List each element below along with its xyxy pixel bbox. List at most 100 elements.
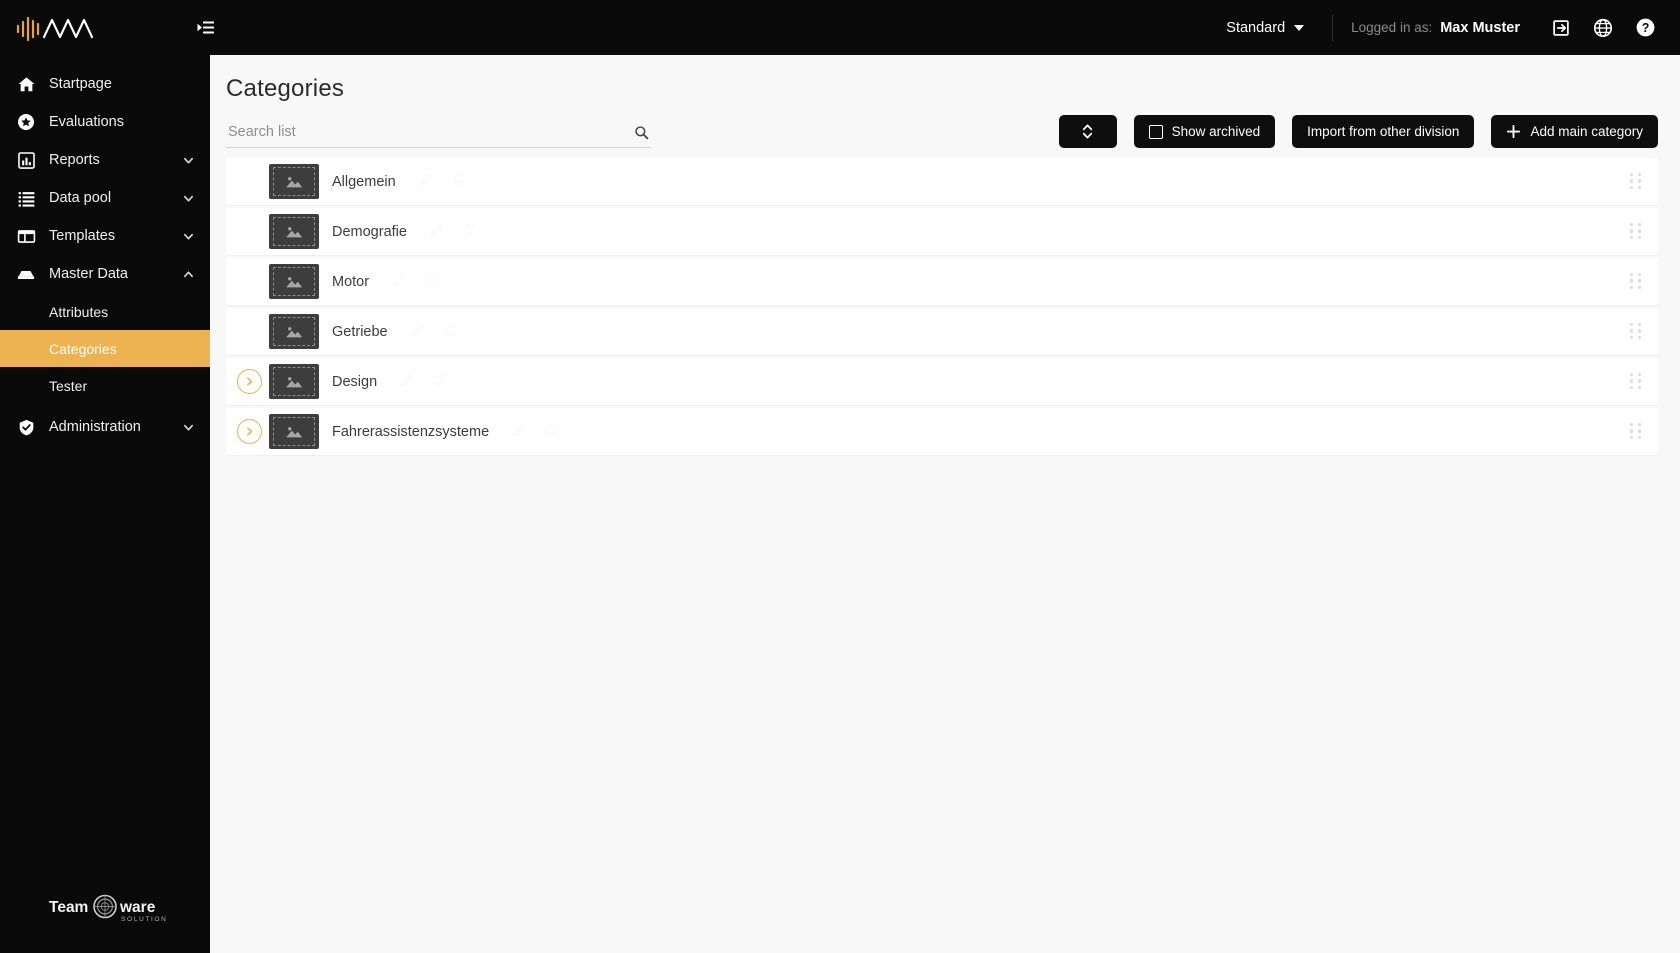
globe-icon (1593, 18, 1613, 37)
collapse-menu-button[interactable] (185, 8, 225, 48)
table-row[interactable]: Motor (226, 258, 1658, 305)
category-name: Motor (332, 273, 370, 290)
add-subcategory-icon[interactable] (542, 421, 559, 443)
pencil-icon[interactable] (511, 421, 528, 443)
image-placeholder-icon[interactable] (269, 364, 319, 399)
list-icon (14, 189, 38, 208)
ava-logo[interactable] (14, 13, 114, 43)
sidebar-item-reports[interactable]: Reports (0, 141, 210, 179)
chevron-down-icon (1294, 24, 1305, 31)
table-row[interactable]: Fahrerassistenzsysteme (226, 408, 1658, 455)
page-title: Categories (226, 75, 345, 102)
pencil-icon[interactable] (410, 321, 427, 343)
toolbar: Show archived Import from other division… (210, 103, 1680, 148)
import-from-other-division-button[interactable]: Import from other division (1292, 115, 1475, 148)
sidebar-item-tester[interactable]: Tester (0, 367, 210, 404)
expand-row-button[interactable] (237, 369, 262, 394)
sidebar-item-master-data[interactable]: Master Data (0, 255, 210, 293)
sidebar-item-label: Administration (49, 419, 141, 435)
add-subcategory-icon[interactable] (422, 271, 439, 293)
sidebar: Startpage Evaluations Reports Data pool … (0, 55, 210, 953)
table-row[interactable]: Demografie (226, 208, 1658, 255)
add-subcategory-icon[interactable] (449, 171, 466, 193)
drag-handle-icon[interactable] (1628, 171, 1646, 193)
row-actions (399, 371, 447, 393)
sidebar-item-label: Master Data (49, 266, 128, 282)
help-icon: ? (1636, 18, 1654, 37)
help-button[interactable]: ? (1624, 7, 1666, 49)
sidebar-subitem-label: Categories (49, 340, 117, 357)
sidebar-item-startpage[interactable]: Startpage (0, 65, 210, 103)
sidebar-item-label: Templates (49, 228, 116, 244)
search-input[interactable] (228, 122, 634, 142)
bar-chart-icon (14, 151, 38, 170)
drag-handle-icon[interactable] (1628, 271, 1646, 293)
drag-handle-icon[interactable] (1628, 371, 1646, 393)
sort-updown-icon (1081, 122, 1094, 141)
sidebar-item-attributes[interactable]: Attributes (0, 293, 210, 330)
sidebar-item-data-pool[interactable]: Data pool (0, 179, 210, 217)
drag-handle-icon[interactable] (1628, 221, 1646, 243)
image-placeholder-icon[interactable] (269, 414, 319, 449)
expand-slot (230, 419, 269, 444)
svg-text:?: ? (1641, 21, 1649, 35)
pencil-icon[interactable] (429, 221, 446, 243)
pencil-icon[interactable] (418, 171, 435, 193)
sidebar-subitem-label: Tester (49, 377, 88, 394)
category-list: Allgemein Demografie Motor Getriebe Design Fa… (210, 148, 1680, 455)
logout-button[interactable] (1540, 7, 1582, 49)
sidebar-item-evaluations[interactable]: Evaluations (0, 103, 210, 141)
row-actions (429, 221, 477, 243)
add-main-category-button[interactable]: Add main category (1491, 115, 1658, 148)
table-row[interactable]: Getriebe (226, 308, 1658, 355)
sidebar-subitem-label: Attributes (49, 303, 109, 320)
row-actions (418, 171, 466, 193)
add-subcategory-icon[interactable] (441, 321, 458, 343)
svg-text:ware: ware (119, 899, 156, 916)
chevron-right-icon (247, 427, 253, 436)
svg-text:SOLUTIONS: SOLUTIONS (121, 916, 167, 923)
language-button[interactable] (1582, 7, 1624, 49)
svg-text:Team: Team (49, 899, 88, 916)
image-placeholder-icon[interactable] (269, 214, 319, 249)
table-row[interactable]: Allgemein (226, 158, 1658, 205)
category-name: Fahrerassistenzsysteme (332, 423, 490, 440)
category-name: Demografie (332, 223, 407, 240)
search-icon[interactable] (634, 125, 649, 140)
category-name: Getriebe (332, 323, 388, 340)
sidebar-item-templates[interactable]: Templates (0, 217, 210, 255)
brand-zone (0, 0, 210, 55)
table-row[interactable]: Design (226, 358, 1658, 405)
row-actions (511, 421, 559, 443)
image-placeholder-icon[interactable] (269, 164, 319, 199)
pencil-icon[interactable] (399, 371, 416, 393)
sort-button[interactable] (1058, 115, 1117, 148)
show-archived-button[interactable]: Show archived (1133, 115, 1276, 148)
sidebar-item-label: Data pool (49, 190, 112, 206)
drag-handle-icon[interactable] (1628, 321, 1646, 343)
chevron-up-icon (182, 269, 194, 280)
drag-handle-icon[interactable] (1628, 421, 1646, 443)
add-subcategory-icon[interactable] (430, 371, 447, 393)
import-label: Import from other division (1307, 124, 1460, 139)
collapse-menu-icon (197, 21, 214, 34)
expand-row-button[interactable] (237, 419, 262, 444)
chevron-down-icon (182, 231, 194, 242)
division-selector[interactable]: Standard (1216, 14, 1314, 42)
logout-icon (1553, 19, 1569, 36)
sidebar-item-label: Startpage (49, 76, 112, 92)
division-value: Standard (1226, 19, 1286, 36)
sidebar-item-administration[interactable]: Administration (0, 408, 210, 446)
chevron-down-icon (182, 193, 194, 204)
add-main-category-label: Add main category (1530, 124, 1643, 139)
add-subcategory-icon[interactable] (460, 221, 477, 243)
sidebar-item-categories[interactable]: Categories (0, 330, 210, 367)
image-placeholder-icon[interactable] (269, 314, 319, 349)
pencil-icon[interactable] (391, 271, 408, 293)
logged-in-user: Max Muster (1440, 19, 1520, 36)
image-placeholder-icon[interactable] (269, 264, 319, 299)
category-name: Allgemein (332, 173, 396, 190)
logged-in-label: Logged in as: (1351, 20, 1433, 35)
show-archived-label: Show archived (1171, 124, 1261, 139)
sidebar-item-label: Reports (49, 152, 100, 168)
